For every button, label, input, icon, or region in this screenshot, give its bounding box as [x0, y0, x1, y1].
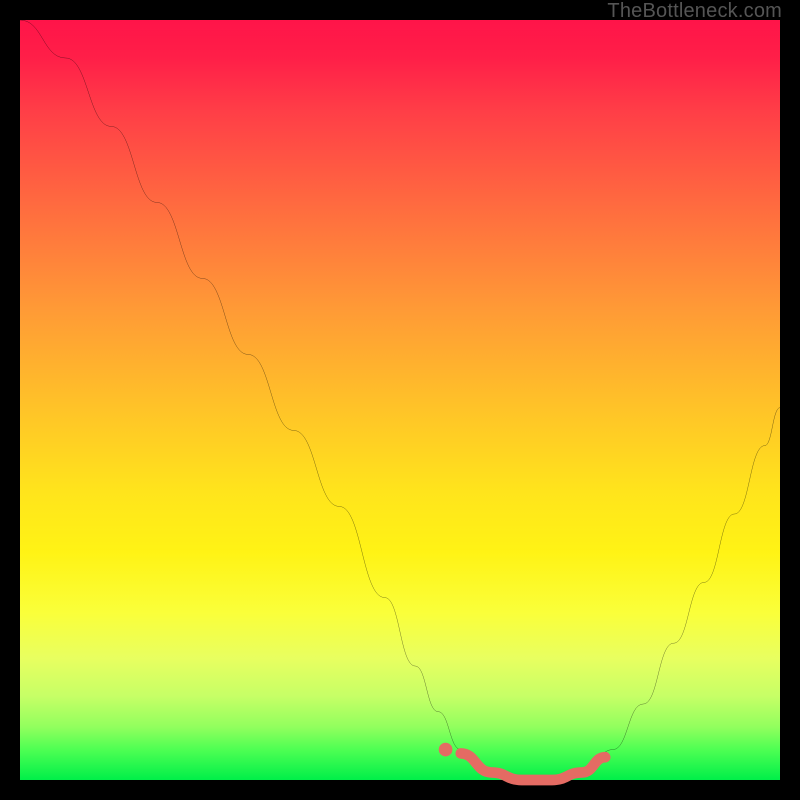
highlight-segment: [461, 753, 605, 780]
bottleneck-curve: [20, 20, 780, 780]
plot-area: [20, 20, 780, 780]
chart-svg: [20, 20, 780, 780]
chart-frame: TheBottleneck.com: [0, 0, 800, 800]
marker-dot: [439, 743, 453, 757]
